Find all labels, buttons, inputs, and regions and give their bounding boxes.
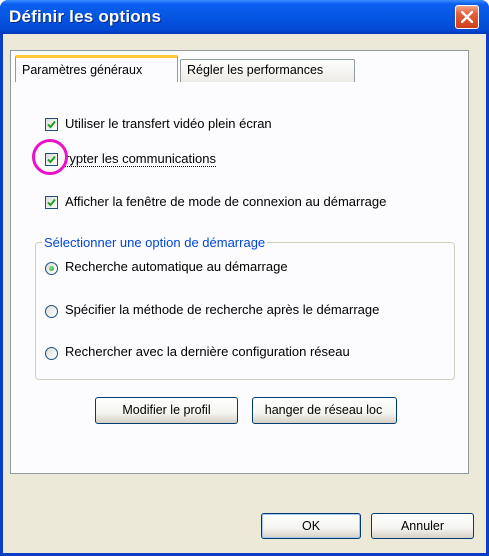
close-button[interactable] bbox=[455, 5, 479, 29]
title-bar[interactable]: Définir les options bbox=[0, 0, 489, 34]
show-mode-window-label[interactable]: Afficher la fenêtre de mode de connexion… bbox=[65, 194, 386, 209]
cancel-button[interactable]: Annuler bbox=[371, 513, 474, 539]
change-network-button[interactable]: hanger de réseau loc bbox=[252, 397, 397, 424]
startup-option-group-label: Sélectionner une option de démarrage bbox=[42, 235, 268, 250]
tab-performance[interactable]: Régler les performances bbox=[180, 59, 355, 82]
ok-button[interactable]: OK bbox=[261, 513, 361, 539]
radio-auto-search-label[interactable]: Recherche automatique au démarrage bbox=[65, 259, 288, 274]
check-icon bbox=[47, 198, 56, 207]
tab-performance-label: Régler les performances bbox=[187, 63, 324, 77]
fullscreen-checkbox[interactable] bbox=[45, 118, 58, 131]
tab-general-settings[interactable]: Paramètres généraux bbox=[15, 55, 178, 82]
show-mode-window-checkbox[interactable] bbox=[45, 196, 58, 209]
modify-profile-button[interactable]: Modifier le profil bbox=[95, 397, 238, 424]
highlight-circle bbox=[32, 139, 68, 175]
encrypt-label[interactable]: rypter les communications bbox=[65, 151, 216, 167]
fullscreen-label[interactable]: Utiliser le transfert vidéo plein écran bbox=[65, 116, 272, 131]
radio-last-config-label[interactable]: Rechercher avec la dernière configuratio… bbox=[65, 344, 350, 359]
close-icon bbox=[461, 11, 473, 23]
window-title: Définir les options bbox=[9, 7, 162, 26]
radio-specify-method[interactable] bbox=[45, 305, 58, 318]
radio-last-config[interactable] bbox=[45, 347, 58, 360]
radio-selected-dot bbox=[49, 266, 54, 271]
check-icon bbox=[47, 120, 56, 129]
radio-specify-method-label[interactable]: Spécifier la méthode de recherche après … bbox=[65, 302, 379, 317]
radio-auto-search[interactable] bbox=[45, 262, 58, 275]
tab-general-settings-label: Paramètres généraux bbox=[22, 63, 143, 77]
